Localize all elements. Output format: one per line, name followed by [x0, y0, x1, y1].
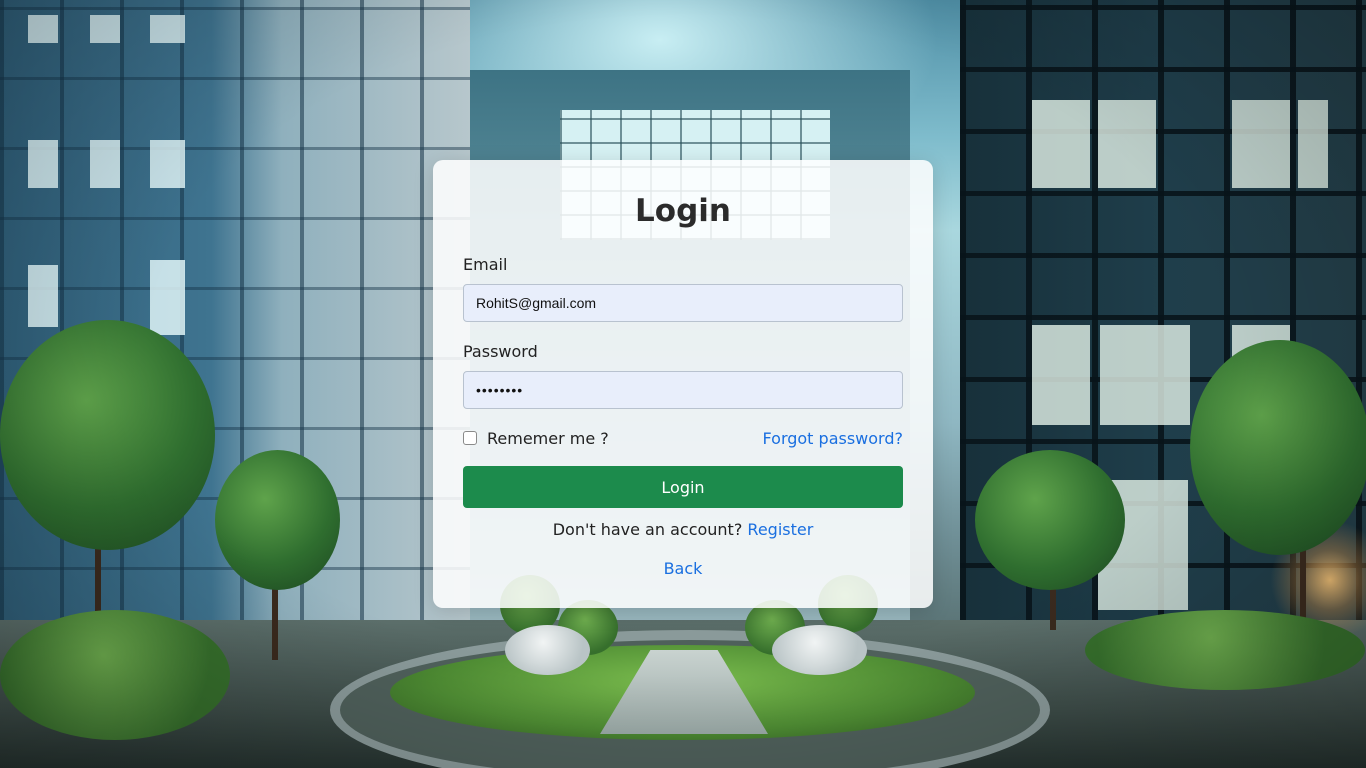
- no-account-text: Don't have an account?: [552, 520, 743, 539]
- login-card: Login Email Password Rememer me ? Forgot…: [433, 160, 933, 608]
- email-input[interactable]: [463, 284, 903, 322]
- password-input[interactable]: [463, 371, 903, 409]
- register-row: Don't have an account? Register: [463, 520, 903, 539]
- forgot-password-link[interactable]: Forgot password?: [763, 429, 903, 448]
- email-label: Email: [463, 255, 508, 274]
- remember-me-checkbox[interactable]: [463, 431, 477, 445]
- password-label: Password: [463, 342, 538, 361]
- login-button[interactable]: Login: [463, 466, 903, 508]
- remember-me-label[interactable]: Rememer me ?: [487, 429, 609, 448]
- back-link[interactable]: Back: [664, 559, 703, 578]
- register-link[interactable]: Register: [747, 520, 813, 539]
- remember-forgot-row: Rememer me ? Forgot password?: [463, 428, 903, 448]
- remember-me: Rememer me ?: [463, 429, 609, 448]
- back-row: Back: [463, 559, 903, 578]
- login-title: Login: [635, 193, 731, 229]
